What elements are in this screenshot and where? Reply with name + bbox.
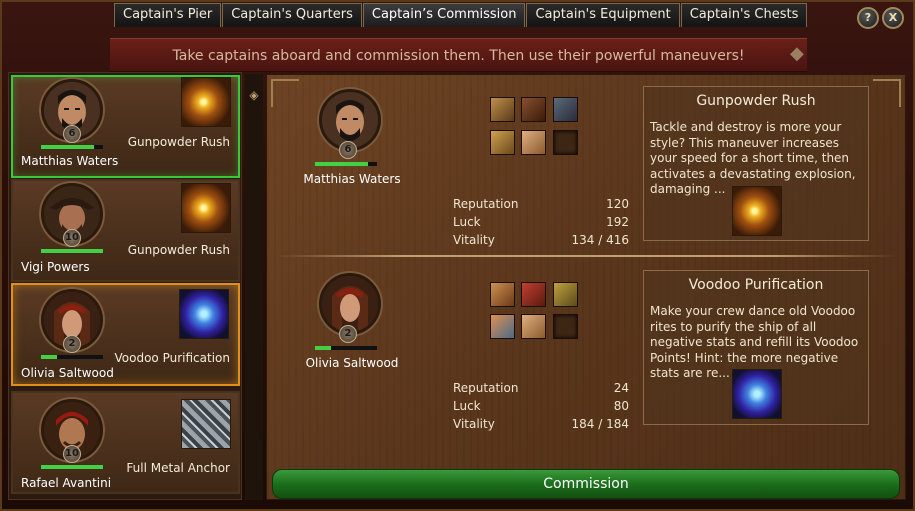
captain-xp-fill: [41, 355, 57, 359]
captain-card-vigi-powers[interactable]: 10 Vigi Powers Gunpowder Rush: [11, 179, 240, 282]
empty-equipment-slot[interactable]: [553, 314, 578, 339]
voodoo-skull-icon[interactable]: [732, 369, 782, 419]
corner-ornament-icon: [271, 79, 299, 107]
captain-skill-label: Gunpowder Rush: [127, 243, 230, 257]
skill-title: Gunpowder Rush: [696, 93, 816, 109]
skill-description-box: Gunpowder Rush Tackle and destroy is mor…: [643, 86, 869, 241]
captain-level-badge: 10: [63, 445, 81, 463]
captain-name: Matthias Waters: [21, 154, 119, 168]
equipment-slot-icon[interactable]: [490, 130, 515, 155]
stat-label: Reputation: [453, 197, 519, 211]
stat-value: 184 / 184: [571, 417, 629, 431]
banner-ornament-right-icon: ◆: [790, 43, 804, 64]
corner-ornament-icon: [873, 79, 901, 107]
captain-list-scrollbar[interactable]: ◈: [245, 74, 263, 500]
commission-button[interactable]: Commission: [272, 469, 900, 499]
commission-slot-1-level-badge: 6: [339, 141, 357, 159]
close-button[interactable]: X: [882, 7, 904, 29]
captain-name: Rafael Avantini: [21, 476, 112, 490]
captain-xp-bar: [41, 355, 103, 359]
captain-name: Vigi Powers: [21, 260, 90, 274]
help-button[interactable]: ?: [857, 7, 879, 29]
stat-label: Vitality: [453, 233, 495, 247]
captain-xp-bar: [41, 145, 103, 149]
empty-equipment-slot[interactable]: [553, 130, 578, 155]
commission-slot-2-xp-bar: [315, 346, 377, 350]
commission-slot-1-name: Matthias Waters: [303, 172, 401, 186]
chain-icon: [181, 399, 231, 449]
skill-title: Voodoo Purification: [688, 277, 824, 293]
captain-name: Olivia Saltwood: [21, 366, 114, 380]
stat-value: 120: [606, 197, 629, 211]
tab-captains-chests[interactable]: Captain's Chests: [680, 3, 808, 27]
voodoo-skull-icon: [179, 289, 229, 339]
captain-level-badge: 2: [63, 335, 81, 353]
stat-label: Luck: [453, 215, 481, 229]
captain-skill-label: Voodoo Purification: [114, 351, 230, 365]
equipment-slot-icon[interactable]: [490, 314, 515, 339]
captain-level-badge: 10: [63, 229, 81, 247]
stat-value: 80: [613, 399, 629, 413]
tab-captains-pier[interactable]: Captain's Pier: [114, 3, 222, 27]
commission-slot-2-name: Olivia Saltwood: [305, 356, 399, 370]
equipment-slot-icon[interactable]: [521, 97, 546, 122]
commission-slot-1-xp-bar: [315, 162, 377, 166]
equipment-slot-icon[interactable]: [490, 282, 515, 307]
equipment-slot-icon[interactable]: [521, 282, 546, 307]
explosion-icon: [181, 183, 231, 233]
captain-skill-label: Full Metal Anchor: [126, 461, 230, 475]
stat-label: Luck: [453, 399, 481, 413]
scroll-handle-icon[interactable]: ◈: [248, 88, 260, 104]
commission-slot-2-level-badge: 2: [339, 325, 357, 343]
instruction-banner: Take captains aboard and commission them…: [110, 38, 807, 72]
explosion-icon: [181, 77, 231, 127]
captain-card-rafael-avantini[interactable]: 10 Rafael Avantini Full Metal Anchor: [11, 391, 240, 494]
tab-captains-equipment[interactable]: Captain's Equipment: [526, 3, 680, 27]
commission-slot-1-xp-fill: [315, 162, 368, 166]
stat-label: Reputation: [453, 381, 519, 395]
equipment-slot-icon[interactable]: [553, 282, 578, 307]
stat-value: 24: [613, 381, 629, 395]
tab-captains-quarters[interactable]: Captain's Quarters: [222, 3, 362, 27]
captain-list: 6 Matthias Waters Gunpowder Rush 10 Vigi…: [8, 72, 242, 500]
captain-level-badge: 6: [63, 125, 81, 143]
stat-label: Vitality: [453, 417, 495, 431]
stat-value: 134 / 416: [571, 233, 629, 247]
captain-xp-fill: [41, 249, 103, 253]
captain-card-matthias-waters[interactable]: 6 Matthias Waters Gunpowder Rush: [11, 75, 240, 178]
equipment-slot-icon[interactable]: [553, 97, 578, 122]
captain-card-olivia-saltwood[interactable]: 2 Olivia Saltwood Voodoo Purification: [11, 283, 240, 386]
equipment-slot-icon[interactable]: [521, 130, 546, 155]
stat-value: 192: [606, 215, 629, 229]
captain-skill-label: Gunpowder Rush: [127, 135, 230, 149]
commission-panel: 6 Matthias Waters Reputation 120 Luck 19…: [266, 74, 906, 500]
tab-bar: Captain's Pier Captain's Quarters Captai…: [114, 3, 808, 27]
captain-xp-bar: [41, 465, 103, 469]
slot-divider: [277, 255, 897, 257]
captain-xp-bar: [41, 249, 103, 253]
commission-slot-2-xp-fill: [315, 346, 331, 350]
captain-xp-fill: [41, 145, 94, 149]
skill-description-box: Voodoo Purification Make your crew dance…: [643, 270, 869, 425]
equipment-slot-icon[interactable]: [521, 314, 546, 339]
equipment-slot-icon[interactable]: [490, 97, 515, 122]
explosion-icon[interactable]: [732, 186, 782, 236]
captain-xp-fill: [41, 465, 103, 469]
tab-captains-commission[interactable]: Captain’s Commission: [362, 3, 526, 27]
